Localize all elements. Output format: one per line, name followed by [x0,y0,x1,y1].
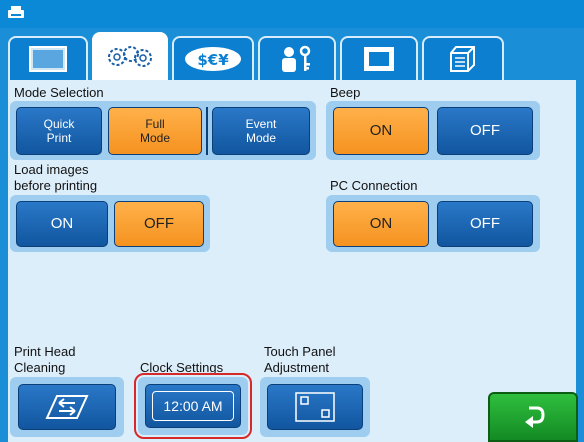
tab-settings[interactable] [92,32,168,80]
screen-icon [29,46,67,72]
tab-user-key[interactable] [258,36,336,80]
printer-icon [8,6,24,18]
user-key-icon [282,45,311,72]
load-images-label-line2: before printing [14,178,98,193]
tab-display[interactable] [8,36,88,80]
pc-connection-off-button[interactable]: OFF [437,201,533,247]
cleaning-icon [45,395,89,419]
svg-text:$€¥: $€¥ [197,51,229,69]
touch-panel-label-line2: Adjustment [264,360,330,375]
touch-panel-label-line1: Touch Panel [264,344,336,359]
event-mode-button[interactable]: Event Mode [212,107,310,155]
mode-selection-label: Mode Selection [14,85,104,100]
return-arrow-icon [525,406,545,428]
load-images-on-button[interactable]: ON [16,201,108,247]
tab-strip: $€¥ [8,30,576,80]
beep-label: Beep [330,85,361,100]
frame-icon [364,47,394,71]
load-images-off-button[interactable]: OFF [114,201,204,247]
quick-print-button[interactable]: Quick Print [16,107,102,155]
full-mode-button[interactable]: Full Mode [108,107,202,155]
beep-off-button[interactable]: OFF [437,107,533,155]
print-head-label-line2: Cleaning [14,360,66,375]
clock-settings-button[interactable]: 12:00 AM [145,384,241,428]
return-button[interactable] [488,392,578,442]
touch-panel-adjustment-button[interactable] [267,384,363,430]
tab-frame[interactable] [340,36,418,80]
currency-icon: $€¥ [185,47,241,71]
load-images-label-line1: Load images [14,162,89,177]
pc-connection-on-button[interactable]: ON [333,201,429,247]
clock-time-display: 12:00 AM [152,391,234,421]
tab-pricing[interactable]: $€¥ [172,36,254,80]
calibration-icon [295,392,335,422]
print-head-label-line1: Print Head [14,344,76,359]
print-head-cleaning-button[interactable] [18,384,116,430]
tab-cube[interactable] [422,36,504,80]
top-bar [0,0,584,28]
cube-icon [450,46,475,72]
gears-icon [108,46,152,67]
mode-separator [206,107,208,155]
pc-connection-label: PC Connection [330,178,418,193]
beep-on-button[interactable]: ON [333,107,429,155]
